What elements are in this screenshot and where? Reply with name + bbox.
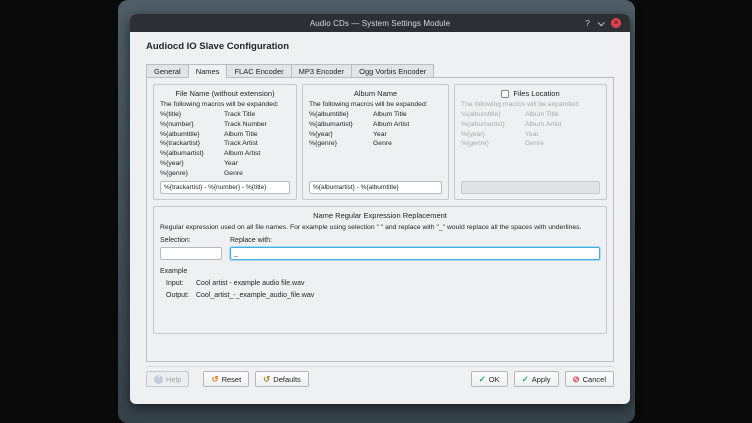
example-label: Example	[160, 268, 600, 275]
regex-group-description: Regular expression used on all file name…	[160, 224, 600, 231]
replace-with-label: Replace with:	[230, 237, 600, 244]
defaults-button[interactable]: ↺ Defaults	[255, 371, 309, 387]
macro-row: %{number}Track Number	[160, 120, 290, 130]
footer-separator	[146, 366, 614, 367]
names-tab-panel: File Name (without extension) The follow…	[146, 77, 614, 362]
macro-row: %{genre}Genre	[309, 139, 442, 149]
example-output-row: Output: Cool_artist_-_example_audio_file…	[160, 292, 600, 299]
close-icon: ✕	[613, 20, 619, 27]
help-button[interactable]: ? Help	[146, 371, 189, 387]
reset-icon: ↺	[211, 375, 218, 384]
macro-row: %{albumartist}Album Artist	[160, 149, 290, 159]
macro-row: %{albumtitle}Album Title	[160, 130, 290, 140]
macro-row: %{title}Track Title	[160, 110, 290, 120]
defaults-icon: ↺	[263, 375, 270, 384]
macro-row: %{genre}Genre	[160, 169, 290, 179]
file-name-group: File Name (without extension) The follow…	[153, 84, 297, 200]
regex-form-row: Selection: Replace with:	[160, 237, 600, 260]
tab-ogg-vorbis-encoder[interactable]: Ogg Vorbis Encoder	[351, 64, 434, 78]
help-icon: ?	[154, 375, 163, 384]
desktop-background: Audio CDs — System Settings Module ? ✕ A…	[118, 0, 635, 423]
settings-window: Audio CDs — System Settings Module ? ✕ A…	[130, 14, 630, 404]
macro-row: %{year}Year	[461, 130, 600, 140]
ok-check-icon: ✓	[479, 375, 486, 384]
example-input-row: Input: Cool artist - example audio file.…	[160, 280, 600, 287]
window-title: Audio CDs — System Settings Module	[310, 19, 450, 28]
titlebar[interactable]: Audio CDs — System Settings Module ? ✕	[130, 14, 630, 32]
selection-label: Selection:	[160, 237, 222, 244]
album-name-group-intro: The following macros will be expanded:	[309, 101, 442, 108]
files-location-header: Files Location	[461, 89, 600, 98]
apply-button[interactable]: ✓ Apply	[514, 371, 559, 387]
macro-groups-row: File Name (without extension) The follow…	[153, 84, 607, 200]
example-output-value: Cool_artist_-_example_audio_file.wav	[196, 292, 314, 299]
chevron-down-icon[interactable]	[598, 19, 605, 26]
tab-names[interactable]: Names	[188, 64, 228, 78]
macro-row: %{albumartist}Album Artist	[309, 120, 442, 130]
album-name-pattern-input[interactable]	[309, 181, 442, 194]
macro-row: %{year}Year	[160, 159, 290, 169]
file-name-pattern-input[interactable]	[160, 181, 290, 194]
files-location-label: Files Location	[513, 89, 559, 98]
files-location-pattern-input[interactable]	[461, 181, 600, 194]
tab-bar: General Names FLAC Encoder MP3 Encoder O…	[146, 64, 433, 78]
example-input-value: Cool artist - example audio file.wav	[196, 280, 305, 287]
album-name-group-title: Album Name	[309, 89, 442, 98]
tab-general[interactable]: General	[146, 64, 189, 78]
apply-check-icon: ✓	[522, 375, 529, 384]
files-location-intro: The following macros will be expanded:	[461, 101, 600, 108]
macro-row: %{albumtitle}Album Title	[309, 110, 442, 120]
album-name-group: Album Name The following macros will be …	[302, 84, 449, 200]
file-name-group-title: File Name (without extension)	[160, 89, 290, 98]
macro-row: %{albumartist}Album Artist	[461, 120, 600, 130]
file-name-group-intro: The following macros will be expanded:	[160, 101, 290, 108]
macro-row: %{trackartist}Track Artist	[160, 139, 290, 149]
files-location-group: Files Location The following macros will…	[454, 84, 607, 200]
tab-mp3-encoder[interactable]: MP3 Encoder	[291, 64, 352, 78]
cancel-button[interactable]: ⊘ Cancel	[565, 371, 614, 387]
regex-group-title: Name Regular Expression Replacement	[160, 211, 600, 220]
window-help-button[interactable]: ?	[585, 19, 590, 28]
macro-row: %{genre}Genre	[461, 139, 600, 149]
reset-button[interactable]: ↺ Reset	[203, 371, 249, 387]
cancel-icon: ⊘	[573, 375, 580, 384]
close-button[interactable]: ✕	[611, 18, 621, 28]
window-controls: ? ✕	[585, 14, 621, 32]
files-location-checkbox[interactable]	[501, 90, 509, 98]
ok-button[interactable]: ✓ OK	[471, 371, 508, 387]
tab-flac-encoder[interactable]: FLAC Encoder	[226, 64, 291, 78]
regex-replacement-group: Name Regular Expression Replacement Regu…	[153, 206, 607, 334]
replace-with-input[interactable]	[230, 247, 600, 260]
example-input-label: Input:	[166, 280, 194, 287]
macro-row: %{year}Year	[309, 130, 442, 140]
selection-input[interactable]	[160, 247, 222, 260]
example-output-label: Output:	[166, 292, 194, 299]
footer-button-row: ? Help ↺ Reset ↺ Defaults ✓ OK ✓ Apply ⊘…	[146, 371, 614, 387]
macro-row: %{albumtitle}Album Title	[461, 110, 600, 120]
page-title: Audiocd IO Slave Configuration	[146, 41, 289, 52]
